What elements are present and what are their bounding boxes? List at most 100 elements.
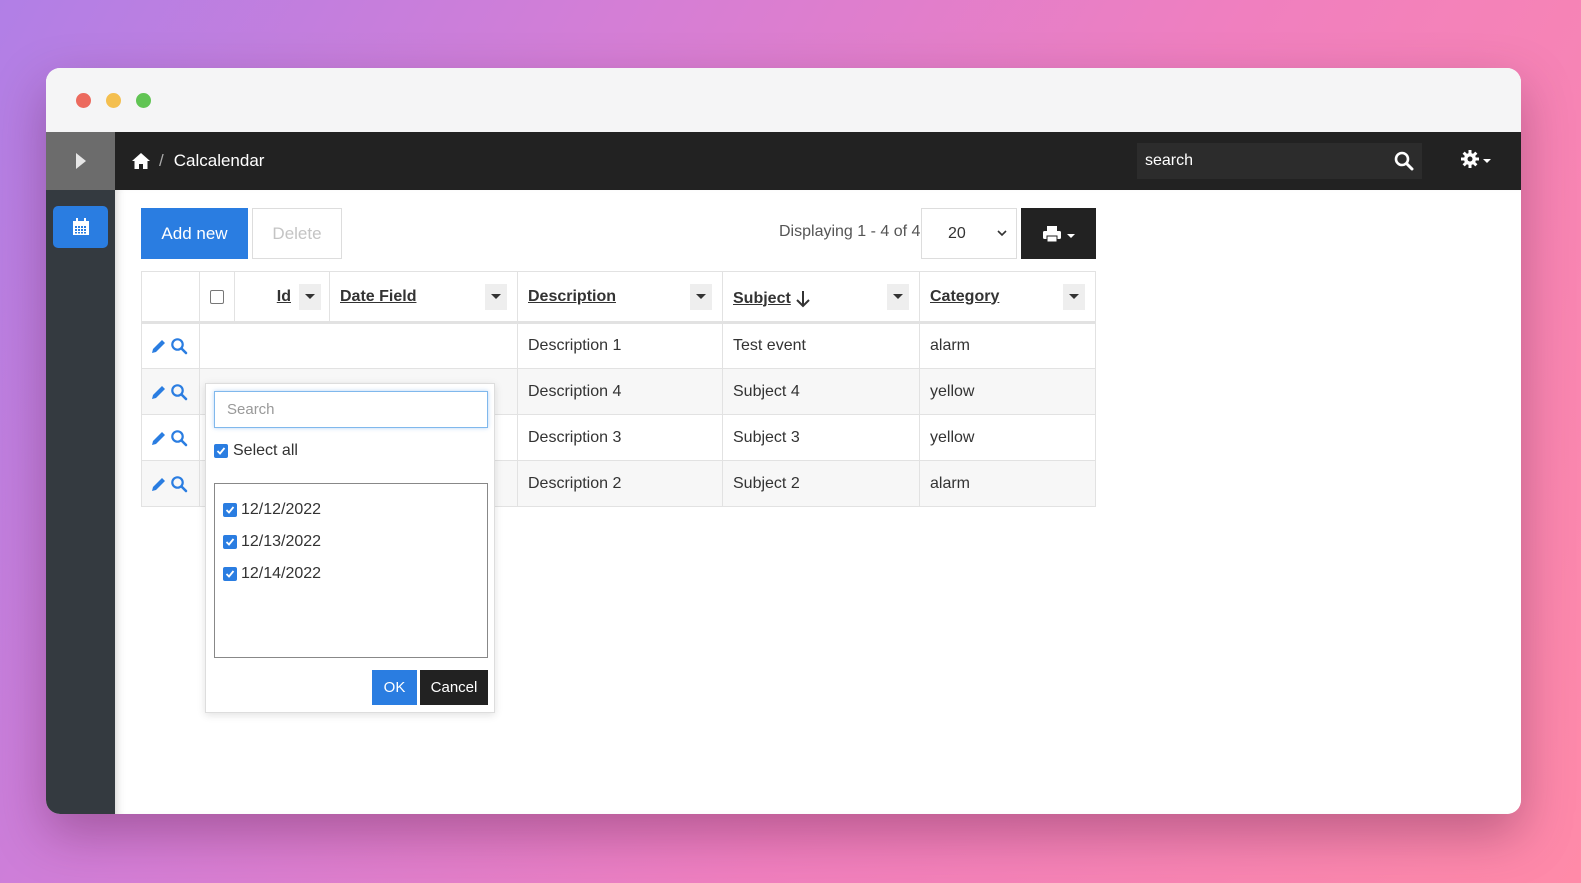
filter-cancel-button[interactable]: Cancel <box>420 670 488 705</box>
pagination-summary: Displaying 1 - 4 of 4 <box>779 223 921 240</box>
sort-category[interactable]: Category <box>930 288 999 306</box>
filter-description-button[interactable] <box>690 283 712 310</box>
view-row-button[interactable] <box>170 475 188 493</box>
caret-down-icon <box>696 294 706 299</box>
calendar-icon <box>72 218 89 235</box>
cell-category: alarm <box>919 322 1096 369</box>
column-header-date-field: Date Field <box>329 271 518 324</box>
home-icon[interactable] <box>131 152 151 170</box>
edit-row-button[interactable] <box>150 383 168 401</box>
settings-menu-button[interactable] <box>1460 149 1491 169</box>
search-icon <box>171 383 188 400</box>
caret-down-icon <box>893 294 903 299</box>
global-search-input[interactable] <box>1137 152 1386 170</box>
breadcrumb-current: Calcalendar <box>173 151 265 170</box>
chevron-down-icon <box>1067 233 1075 238</box>
search-button[interactable] <box>1386 151 1422 171</box>
filter-value-option[interactable]: 12/12/2022 <box>223 494 487 526</box>
select-all-option[interactable]: Select all <box>214 442 298 460</box>
filter-ok-button[interactable]: OK <box>372 670 417 705</box>
edit-row-button[interactable] <box>150 475 168 493</box>
top-navbar: / Calcalendar <box>115 132 1521 190</box>
filter-values-list: 12/12/2022 12/13/2022 12/14/2022 <box>214 483 488 658</box>
view-row-button[interactable] <box>170 429 188 447</box>
filter-date-field-button[interactable] <box>485 283 507 310</box>
column-header-description: Description <box>517 271 723 324</box>
breadcrumb-separator: / <box>159 151 164 170</box>
row-actions <box>141 322 200 369</box>
filter-search-input[interactable] <box>214 391 488 428</box>
filter-value-checkbox[interactable] <box>223 567 237 581</box>
main-content: Add new Delete Displaying 1 - 4 of 4 20 <box>115 190 1521 814</box>
page-size-value: 20 <box>948 224 966 242</box>
table-row: Description 1 Test event alarm <box>141 322 1096 369</box>
filter-id-button[interactable] <box>299 283 321 310</box>
sidebar <box>46 132 115 814</box>
cell-description: Description 1 <box>517 322 723 369</box>
row-actions <box>141 414 200 461</box>
filter-value-checkbox[interactable] <box>223 535 237 549</box>
sort-description[interactable]: Description <box>528 288 616 306</box>
view-row-button[interactable] <box>170 337 188 355</box>
search-icon <box>171 338 188 355</box>
column-header-category: Category <box>919 271 1096 324</box>
cell-hidden <box>199 322 518 369</box>
check-icon <box>225 506 235 514</box>
filter-category-button[interactable] <box>1063 283 1085 310</box>
pencil-icon <box>152 477 165 491</box>
maximize-window-button[interactable] <box>136 93 151 108</box>
add-new-button[interactable]: Add new <box>141 208 248 259</box>
chevron-down-icon <box>1483 159 1491 163</box>
check-icon <box>225 538 235 546</box>
delete-button[interactable]: Delete <box>252 208 342 259</box>
date-field-filter-popup: Select all 12/12/2022 12/13/2022 12/14/2… <box>205 383 495 713</box>
cell-category: yellow <box>919 414 1096 461</box>
cell-category: alarm <box>919 460 1096 507</box>
cell-description: Description 3 <box>517 414 723 461</box>
sort-subject[interactable]: Subject <box>733 290 811 308</box>
table-header-row: Id Date Field Description Subject Catego… <box>141 271 1096 324</box>
caret-down-icon <box>305 294 315 299</box>
check-icon <box>225 570 235 578</box>
gear-icon <box>1461 150 1479 168</box>
edit-row-button[interactable] <box>150 337 168 355</box>
view-row-button[interactable] <box>170 383 188 401</box>
filter-subject-button[interactable] <box>887 283 909 310</box>
filter-value-label: 12/13/2022 <box>241 533 322 550</box>
cell-subject: Subject 4 <box>722 368 920 415</box>
select-all-checkbox[interactable] <box>214 444 228 458</box>
column-header-id: Id <box>234 271 330 324</box>
select-all-label: Select all <box>233 442 298 459</box>
filter-value-option[interactable]: 12/14/2022 <box>223 558 487 590</box>
print-menu-button[interactable] <box>1021 208 1096 259</box>
search-icon <box>171 429 188 446</box>
chevron-down-icon <box>997 230 1007 237</box>
page-size-select[interactable]: 20 <box>921 208 1017 259</box>
subject-label: Subject <box>733 289 791 307</box>
row-actions <box>141 460 200 507</box>
cell-subject: Subject 2 <box>722 460 920 507</box>
caret-right-icon <box>75 153 86 169</box>
minimize-window-button[interactable] <box>106 93 121 108</box>
sidebar-item-calendar[interactable] <box>53 206 108 248</box>
sidebar-toggle-button[interactable] <box>46 132 115 190</box>
filter-value-option[interactable]: 12/13/2022 <box>223 526 487 558</box>
sort-id[interactable]: Id <box>277 288 291 306</box>
caret-down-icon <box>1069 294 1079 299</box>
filter-value-label: 12/12/2022 <box>241 501 322 518</box>
pencil-icon <box>152 431 165 445</box>
cell-description: Description 4 <box>517 368 723 415</box>
caret-down-icon <box>491 294 501 299</box>
app-window: / Calcalendar search Add new Delete Disp… <box>46 68 1521 814</box>
cell-subject: Test event <box>722 322 920 369</box>
cell-category: yellow <box>919 368 1096 415</box>
close-window-button[interactable] <box>76 93 91 108</box>
breadcrumb: / Calcalendar <box>131 151 264 171</box>
check-icon <box>216 447 226 455</box>
select-all-rows-checkbox[interactable] <box>210 289 224 304</box>
edit-row-button[interactable] <box>150 429 168 447</box>
filter-value-checkbox[interactable] <box>223 503 237 517</box>
sort-date-field[interactable]: Date Field <box>340 288 416 306</box>
cell-subject: Subject 3 <box>722 414 920 461</box>
actions-header <box>141 271 200 324</box>
